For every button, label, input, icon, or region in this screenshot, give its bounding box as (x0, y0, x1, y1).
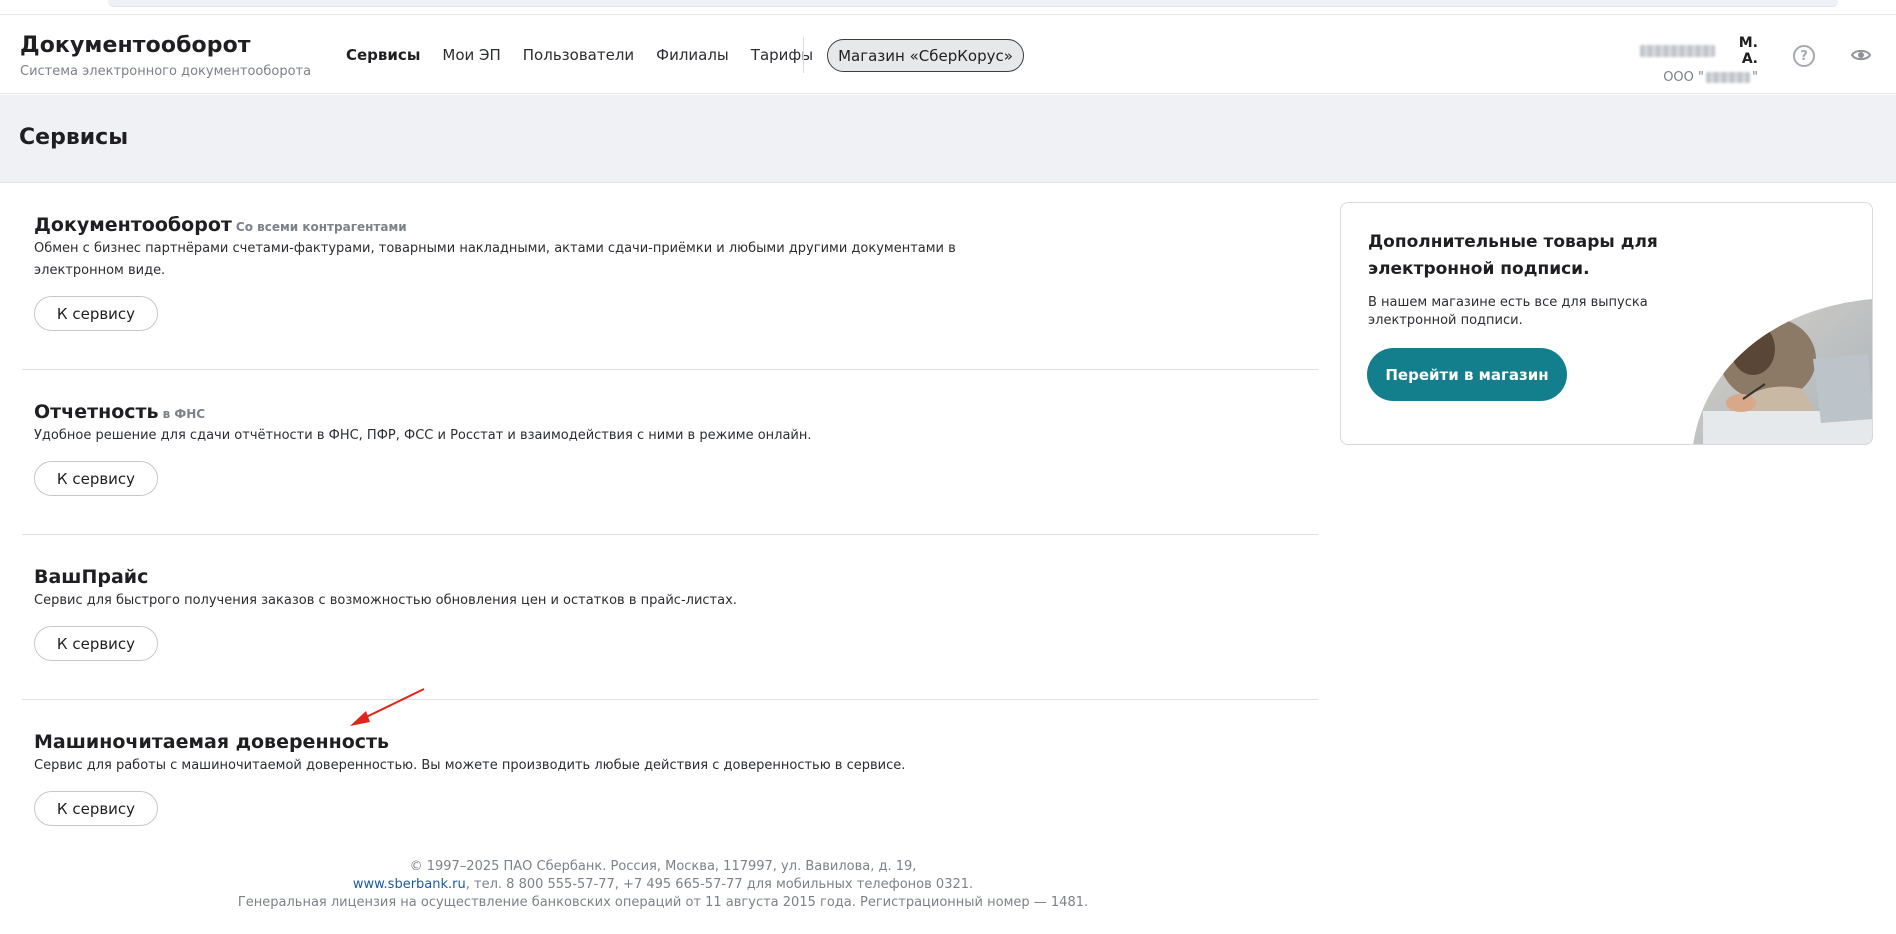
go-to-service-button[interactable]: К сервису (34, 791, 158, 826)
go-to-service-button[interactable]: К сервису (34, 461, 158, 496)
service-card-mchd: Машиночитаемая доверенность Сервис для р… (22, 700, 1318, 864)
service-card-reporting: Отчетность в ФНС Удобное решение для сдач… (22, 370, 1318, 535)
brand[interactable]: Документооборот Система электронного док… (20, 33, 311, 79)
user-name: М. А. (1640, 35, 1758, 67)
brand-title: Документооборот (20, 33, 251, 58)
help-circle-icon[interactable]: ? (1793, 45, 1815, 67)
nav-item-branches[interactable]: Филиалы (656, 46, 729, 64)
services-list: Документооборот Со всеми контрагентами Об… (22, 183, 1318, 864)
service-card-vashprice: ВашПрайс Сервис для быстрого получения з… (22, 535, 1318, 700)
page-title: Сервисы (19, 125, 129, 150)
promo-title: Дополнительные товары для электронной по… (1368, 232, 1658, 279)
promo-text: В нашем магазине есть все для выпуска эл… (1368, 295, 1648, 328)
service-description: Удобное решение для сдачи отчётности в Ф… (34, 428, 812, 443)
go-to-service-button[interactable]: К сервису (34, 626, 158, 661)
org-suffix: " (1752, 70, 1758, 85)
service-heading: Машиночитаемая доверенность (34, 731, 1318, 753)
browser-top-strip (0, 0, 1896, 14)
redacted-org (1706, 72, 1751, 83)
service-tag: Со всеми контрагентами (235, 220, 407, 234)
shop-button[interactable]: Магазин «СберКорус» (827, 39, 1024, 72)
go-to-service-button[interactable]: К сервису (34, 296, 158, 331)
service-description: Обмен с бизнес партнёрами счетами-фактур… (34, 241, 956, 278)
nav-divider (803, 37, 804, 73)
org-prefix: ООО " (1663, 70, 1705, 85)
eye-icon[interactable] (1851, 48, 1871, 62)
user-organization: ООО " " (1640, 70, 1758, 85)
promo-photo-image (1693, 299, 1872, 444)
footer-line-1: © 1997–2025 ПАО Сбербанк. Россия, Москва… (409, 859, 917, 874)
service-heading: Документооборот Со всеми контрагентами (34, 214, 1318, 236)
service-heading: Отчетность в ФНС (34, 401, 1318, 423)
sberbank-link[interactable]: www.sberbank.ru (353, 877, 466, 892)
footer-line-3: Генеральная лицензия на осуществление ба… (237, 895, 1089, 910)
go-to-shop-button[interactable]: Перейти в магазин (1367, 348, 1567, 401)
redacted-name (1640, 45, 1715, 57)
service-name: Документооборот (34, 214, 232, 236)
address-bar-edge (108, 0, 1838, 7)
service-description: Сервис для работы с машиночитаемой довер… (34, 758, 906, 773)
promo-card: Дополнительные товары для электронной по… (1340, 202, 1873, 445)
nav-item-services[interactable]: Сервисы (346, 46, 420, 64)
main-nav: Сервисы Мои ЭП Пользователи Филиалы Тари… (346, 15, 813, 95)
service-name: ВашПрайс (34, 566, 149, 588)
service-heading: ВашПрайс (34, 566, 1318, 588)
service-description: Сервис для быстрого получения заказов с … (34, 593, 737, 608)
nav-item-users[interactable]: Пользователи (523, 46, 634, 64)
footer-phones: , тел. 8 800 555-57-77, +7 495 665-57-77… (465, 877, 974, 892)
user-menu[interactable]: М. А. ООО " " (1640, 35, 1758, 85)
page-header: Сервисы (0, 95, 1896, 183)
service-name: Машиночитаемая доверенность (34, 731, 390, 753)
footer-line-2: www.sberbank.ru, тел. 8 800 555-57-77, +… (0, 876, 1326, 894)
footer: © 1997–2025 ПАО Сбербанк. Россия, Москва… (0, 858, 1326, 912)
app-header: Документооборот Система электронного док… (0, 14, 1896, 94)
nav-item-my-signatures[interactable]: Мои ЭП (442, 46, 500, 64)
service-card-docflow: Документооборот Со всеми контрагентами Об… (22, 183, 1318, 370)
service-tag: в ФНС (162, 407, 206, 421)
user-initials: М. А. (1738, 35, 1758, 67)
brand-subtitle: Система электронного документооборота (20, 64, 312, 79)
service-name: Отчетность (34, 401, 159, 423)
